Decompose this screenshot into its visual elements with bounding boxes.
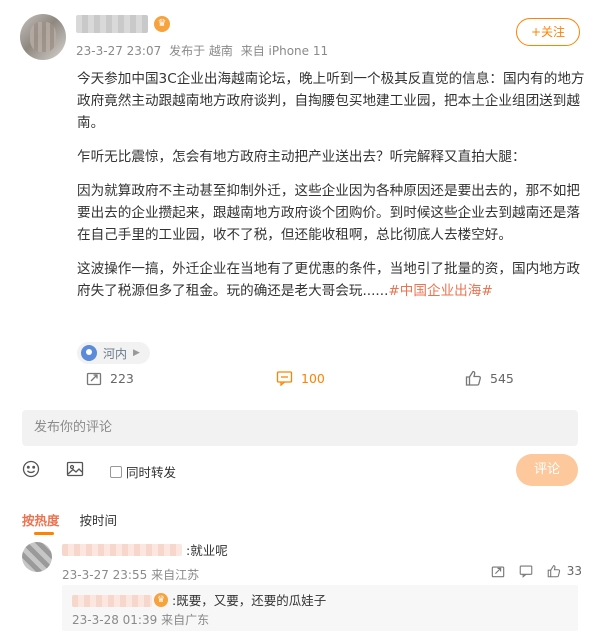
comment-date: 23-3-27 23:55 (62, 568, 148, 582)
author-name-blurred[interactable] (76, 15, 148, 33)
repost-checkbox[interactable]: 同时转发 (110, 462, 176, 481)
comment-icon (276, 371, 293, 386)
post-paragraph: 因为就算政府不主动甚至抑制外迁，这些企业因为各种原因还是要出去的，那不如把要出去… (77, 183, 580, 243)
comment-sort-tabs: 按热度 按时间 (22, 510, 137, 535)
like-button[interactable]: 545 (465, 370, 514, 386)
replier-name-blurred[interactable] (72, 595, 152, 607)
post-header: ♛ 23-3-27 23:07 发布于 越南 来自 iPhone 11 +关注 (20, 12, 580, 64)
vip-badge-icon: ♛ (154, 16, 170, 32)
reply-text: :既要，又要，还要的瓜娃子 (172, 593, 327, 608)
comment-item: :就业呢 23-3-27 23:55 来自江苏 33 (22, 538, 582, 588)
reply-date: 23-3-28 01:39 (72, 613, 158, 627)
like-count: 545 (490, 370, 514, 386)
forward-button[interactable]: 223 (86, 370, 134, 386)
tab-time[interactable]: 按时间 (80, 510, 118, 535)
location-label: 河内 (103, 346, 128, 361)
post-paragraph-text: 这波操作一搞，外迁企业在当地有了更优惠的条件，当地引了批量的资，国内地方政府失了… (77, 261, 580, 299)
location-tag[interactable]: 河内 ▶ (77, 342, 150, 364)
reply-location: 来自广东 (161, 613, 210, 627)
post-paragraph-last: 这波操作一搞，外迁企业在当地有了更优惠的条件，当地引了批量的资，国内地方政府失了… (77, 258, 587, 302)
commenter-name-blurred[interactable] (62, 544, 182, 556)
post-content: 今天参加中国3C企业出海越南论坛，晚上听到一个极其反直觉的信息：国内有的地方政府… (77, 68, 587, 314)
repost-label: 同时转发 (126, 465, 177, 480)
post-published-in: 发布于 越南 (169, 44, 233, 58)
follow-button[interactable]: +关注 (516, 18, 580, 46)
emoji-icon[interactable] (22, 460, 40, 478)
post-date[interactable]: 23-3-27 23:07 (76, 44, 161, 58)
post-device: 来自 iPhone 11 (240, 44, 329, 58)
comment-actions: 33 (477, 564, 582, 578)
comment-count: 100 (301, 370, 325, 386)
author-avatar[interactable] (20, 14, 66, 60)
vip-badge-icon: ♛ (154, 593, 168, 607)
comment-icon[interactable] (519, 564, 533, 578)
comment-button[interactable]: 100 (276, 370, 325, 386)
location-pin-icon (81, 345, 97, 361)
comment-meta: 23-3-27 23:55 来自江苏 (62, 566, 199, 583)
reply-meta: 23-3-28 01:39 来自广东 (72, 611, 209, 628)
composer-toolbar: 同时转发 评论 (22, 454, 578, 488)
post-actions: 223 100 545 (0, 370, 600, 396)
comment-input[interactable]: 发布你的评论 (22, 410, 578, 446)
post-meta: 23-3-27 23:07 发布于 越南 来自 iPhone 11 (76, 42, 332, 59)
topic-link[interactable]: #中国企业出海# (388, 283, 492, 299)
forward-count: 223 (110, 370, 134, 386)
comment-like-count: 33 (566, 564, 582, 578)
reply-item: ♛ :既要，又要，还要的瓜娃子 23-3-28 01:39 来自广东 (62, 585, 578, 631)
chevron-right-icon: ▶ (133, 348, 140, 358)
image-icon[interactable] (66, 460, 84, 478)
comment-text: :就业呢 (186, 543, 228, 558)
comment-location: 来自江苏 (151, 568, 200, 582)
thumbs-up-icon (465, 370, 481, 386)
forward-icon[interactable] (491, 564, 505, 578)
checkbox-box[interactable] (110, 465, 122, 478)
commenter-avatar[interactable] (22, 542, 52, 572)
forward-icon (86, 372, 102, 386)
tab-hot[interactable]: 按热度 (22, 510, 60, 535)
thumbs-up-icon[interactable] (547, 564, 561, 578)
submit-comment-button[interactable]: 评论 (516, 454, 578, 486)
post-paragraph: 今天参加中国3C企业出海越南论坛，晚上听到一个极其反直觉的信息：国内有的地方政府… (77, 71, 585, 131)
post-paragraph: 乍听无比震惊，怎会有地方政府主动把产业送出去？听完解释又直拍大腿： (77, 149, 526, 165)
